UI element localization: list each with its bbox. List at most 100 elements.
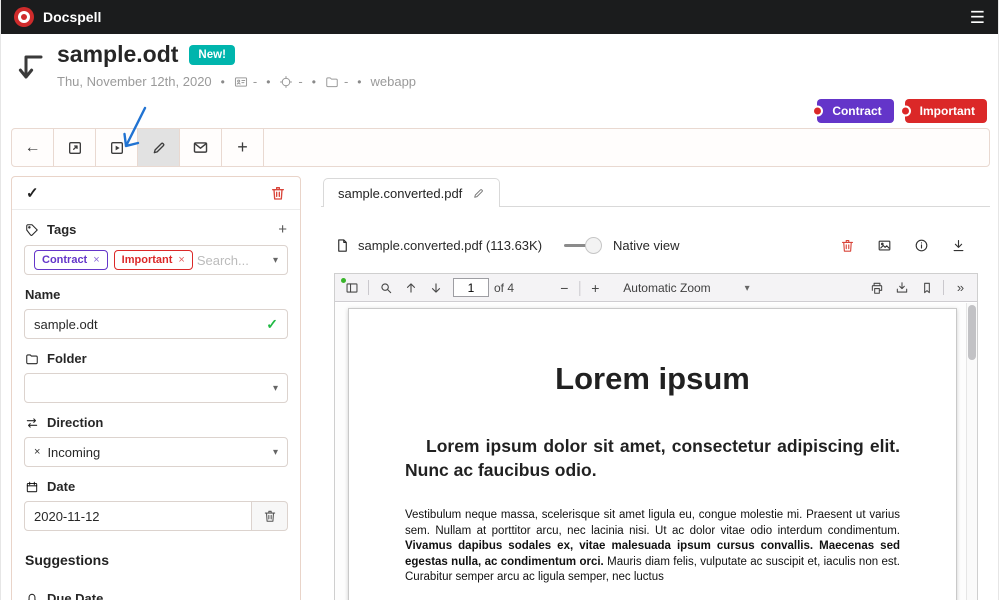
pdf-page-count: of 4 <box>494 281 514 295</box>
download-attachment-button[interactable] <box>951 238 966 253</box>
add-files-button[interactable]: + <box>222 129 264 166</box>
item-header: sample.odt New! Thu, November 12th, 2020… <box>16 42 416 89</box>
pdf-save-button[interactable] <box>889 276 914 300</box>
calendar-icon <box>25 480 39 494</box>
trash-icon <box>263 509 277 523</box>
remove-tag-icon[interactable]: × <box>93 254 99 266</box>
download-icon <box>951 238 966 253</box>
correspondent-value: - <box>253 74 257 89</box>
menu-icon[interactable]: ☰ <box>970 9 985 26</box>
scrollbar-thumb[interactable] <box>968 305 976 360</box>
envelope-icon <box>192 139 209 156</box>
brand-name: Docspell <box>43 9 101 25</box>
selected-tag-chips: Contract × Important × <box>34 250 193 270</box>
item-toolbar: ← + <box>11 128 990 167</box>
pdf-prev-page-button[interactable] <box>398 276 423 300</box>
folder-field-label: Folder <box>25 351 287 366</box>
attachment-name: sample.converted.pdf (113.63K) <box>335 238 542 253</box>
folder-meta: - <box>325 74 348 89</box>
pdf-document-paragraph: Vestibulum neque massa, scelerisque sit … <box>405 508 900 586</box>
send-mail-button[interactable] <box>180 129 222 166</box>
toolbar-separator <box>579 281 580 296</box>
pdf-current-view-button[interactable] <box>914 276 939 300</box>
zoom-out-button[interactable]: − <box>553 276 575 300</box>
zoom-level-select[interactable]: Automatic Zoom ▾ <box>614 277 758 299</box>
native-view-toggle[interactable] <box>564 237 602 254</box>
chevron-down-icon: ▾ <box>267 383 278 394</box>
tag-search-input[interactable] <box>197 253 267 268</box>
plus-icon: + <box>237 137 248 158</box>
pdf-sidebar-toggle-button[interactable] <box>339 276 364 300</box>
image-icon <box>877 238 892 253</box>
pdf-more-tools-button[interactable]: » <box>948 276 973 300</box>
correspondent-meta: - <box>234 74 257 89</box>
pdf-canvas: Lorem ipsum Lorem ipsum dolor sit amet, … <box>335 303 977 600</box>
tag-chip-contract[interactable]: Contract × <box>34 250 108 270</box>
check-icon: ✓ <box>26 185 39 202</box>
saved-check-icon: ✓ <box>266 316 278 333</box>
pdf-page-number-input[interactable] <box>453 278 489 297</box>
pdf-viewer: of 4 − + Automatic Zoom ▾ <box>334 273 978 600</box>
toolbar-separator <box>368 280 369 295</box>
name-field-label: Name <box>25 287 287 302</box>
brand-link[interactable]: Docspell <box>14 7 101 27</box>
confirm-button[interactable]: ✓ <box>26 184 39 202</box>
pdf-zoom-controls: − + Automatic Zoom ▾ <box>553 274 758 302</box>
tag-badge-important: Important <box>905 99 987 123</box>
delete-item-button[interactable] <box>270 185 286 201</box>
add-tag-button[interactable]: + <box>278 221 287 238</box>
edit-metadata-button[interactable] <box>138 129 180 166</box>
clear-selection-icon[interactable]: × <box>34 446 40 458</box>
folder-select[interactable]: ▾ <box>24 373 288 403</box>
tag-icon <box>25 223 39 237</box>
edit-name-icon[interactable] <box>472 187 485 200</box>
date-input[interactable] <box>34 509 242 524</box>
pdf-find-button[interactable] <box>373 276 398 300</box>
search-icon <box>379 281 393 295</box>
separator-dot: • <box>357 75 361 89</box>
name-field: ✓ <box>24 309 288 339</box>
pdf-toolbar: of 4 − + Automatic Zoom ▾ <box>335 274 977 302</box>
address-card-icon <box>234 75 248 89</box>
preview-image-button[interactable] <box>877 238 892 253</box>
bell-icon <box>25 592 39 600</box>
tags-multiselect[interactable]: Contract × Important × ▾ <box>24 245 288 275</box>
arrow-up-icon <box>404 281 418 295</box>
date-field-label: Date <box>25 479 287 494</box>
suggestions-title: Suggestions <box>25 552 287 568</box>
caret-square-right-button[interactable] <box>96 129 138 166</box>
panel-header: ✓ <box>12 177 300 210</box>
clear-date-button[interactable] <box>252 501 288 531</box>
external-link-square-icon <box>67 140 83 156</box>
separator-dot: • <box>312 75 316 89</box>
remove-tag-icon[interactable]: × <box>178 254 184 266</box>
new-badge: New! <box>189 45 234 65</box>
chevron-down-icon: ▾ <box>267 255 278 266</box>
separator-dot: • <box>221 75 225 89</box>
tag-chip-important[interactable]: Important × <box>114 250 193 270</box>
back-button[interactable]: ← <box>12 129 54 166</box>
trash-icon <box>840 238 855 253</box>
delete-attachment-button[interactable] <box>840 238 855 253</box>
name-input[interactable] <box>34 317 266 332</box>
pdf-scrollbar[interactable] <box>966 303 977 600</box>
file-info-button[interactable] <box>914 238 929 253</box>
tag-badge-contract: Contract <box>817 99 893 123</box>
separator-dot: • <box>266 75 270 89</box>
zoom-in-button[interactable]: + <box>584 276 606 300</box>
direction-select[interactable]: × Incoming ▾ <box>24 437 288 467</box>
concerning-value: - <box>298 74 302 89</box>
pdf-next-page-button[interactable] <box>423 276 448 300</box>
tab-sample-converted-pdf[interactable]: sample.converted.pdf <box>323 178 500 207</box>
page-title: sample.odt <box>57 42 178 67</box>
trash-icon <box>270 185 286 201</box>
chevron-down-icon: ▾ <box>267 447 278 458</box>
external-link-square-button[interactable] <box>54 129 96 166</box>
arrow-down-icon <box>429 281 443 295</box>
tag-category-dot <box>900 106 911 117</box>
source-value: webapp <box>371 74 417 89</box>
notification-dot-icon <box>341 278 346 283</box>
tags-field-label: Tags + <box>25 221 287 238</box>
pdf-print-button[interactable] <box>864 276 889 300</box>
folder-icon <box>25 352 39 366</box>
